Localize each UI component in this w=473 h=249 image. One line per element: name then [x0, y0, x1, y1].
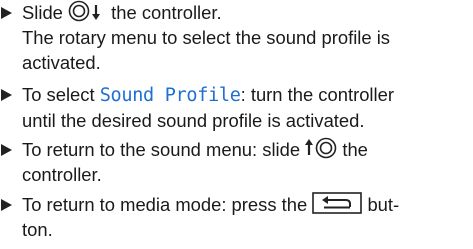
bullet-triangle-icon [1, 199, 12, 211]
step-3-line-1: To return to the sound menu: slide the [22, 137, 473, 162]
step-1-text-b: the controller. [111, 2, 222, 23]
bullet-triangle-icon [1, 144, 12, 156]
instruction-step-2: To select Sound Profile: turn the contro… [0, 82, 473, 133]
step-2-text-b: : turn the controller [240, 84, 394, 105]
step-3-text-b: the [342, 139, 368, 160]
step-4-text-b: but- [367, 194, 400, 215]
step-1-line-3: activated. [22, 52, 101, 73]
step-4-line-2: ton. [22, 219, 53, 240]
back-button-icon [312, 192, 363, 214]
bullet-triangle-icon [1, 89, 12, 101]
step-2-line-2: until the desired sound profile is activ… [22, 110, 365, 131]
step-3-text-a: To return to the sound menu: slide [22, 139, 301, 160]
bullet-triangle-icon [1, 7, 12, 19]
step-1-line-2: The rotary menu to select the sound prof… [22, 27, 391, 48]
step-1-text-a: Slide [22, 2, 63, 23]
instruction-step-3: To return to the sound menu: slide the c… [0, 137, 473, 187]
controller-down-icon [68, 0, 101, 22]
step-4-line-1: To return to media mode: press the but- [22, 192, 473, 217]
step-3-line-2: controller. [22, 164, 102, 185]
step-4-text-a: To return to media mode: press the [22, 194, 308, 215]
step-1-line-1: Slide the controller. [22, 0, 473, 25]
step-2-line-1: To select Sound Profile: turn the contro… [22, 82, 473, 108]
instruction-step-1: Slide the controller. The rotary menu to… [0, 0, 473, 75]
sound-profile-menu-item: Sound Profile [99, 85, 241, 106]
instruction-step-4: To return to media mode: press the but- … [0, 192, 473, 242]
controller-up-icon [305, 137, 337, 159]
step-2-text-a: To select [22, 84, 95, 105]
